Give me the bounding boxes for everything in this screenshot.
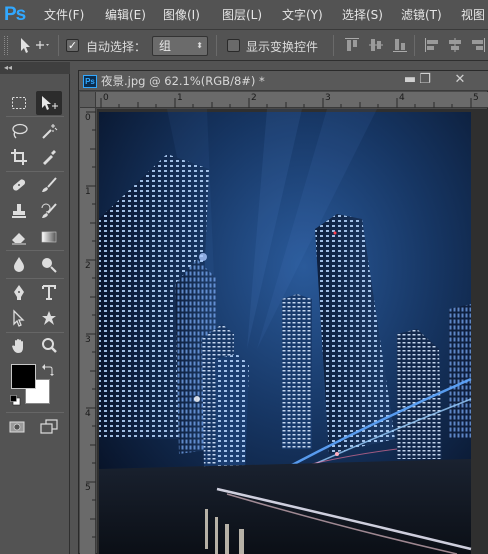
magic-wand-tool[interactable] bbox=[36, 119, 62, 143]
ruler-top-label: 1 bbox=[177, 93, 183, 103]
quick-mask-icon bbox=[9, 421, 25, 433]
crop-icon bbox=[11, 149, 27, 165]
zoom-tool[interactable] bbox=[36, 334, 62, 358]
screen-mode-button[interactable] bbox=[36, 415, 62, 439]
gradient-icon bbox=[41, 231, 57, 243]
ruler-top-label: 3 bbox=[325, 93, 331, 103]
blur-tool[interactable] bbox=[6, 252, 32, 276]
lasso-tool[interactable] bbox=[6, 119, 32, 143]
align-vertical-center-icon[interactable] bbox=[368, 37, 384, 53]
night-city-image bbox=[97, 109, 488, 554]
brush-icon bbox=[42, 177, 57, 192]
bandage-icon bbox=[12, 179, 26, 191]
canvas-area[interactable] bbox=[97, 109, 488, 554]
default-colors-icon[interactable] bbox=[10, 395, 21, 406]
drop-icon bbox=[14, 257, 24, 272]
align-right-icon[interactable] bbox=[470, 37, 486, 53]
align-top-icon[interactable] bbox=[344, 37, 360, 53]
gradient-tool[interactable] bbox=[36, 225, 62, 249]
eraser-icon bbox=[12, 233, 26, 245]
dodge-icon bbox=[42, 258, 57, 273]
menu-image[interactable]: 图像(I) bbox=[163, 6, 200, 24]
restore-button[interactable]: ❐ bbox=[411, 71, 439, 89]
pen-icon bbox=[14, 285, 24, 300]
ruler-top-label: 4 bbox=[399, 93, 405, 103]
dropdown-arrow-icon: ⬍ bbox=[196, 41, 203, 50]
dodge-tool[interactable] bbox=[36, 252, 62, 276]
type-icon bbox=[42, 285, 56, 300]
ruler-left-label: 1 bbox=[85, 187, 91, 197]
ruler-top-label: 5 bbox=[473, 93, 479, 103]
ruler-left-label: 0 bbox=[85, 113, 91, 123]
brush-tool[interactable] bbox=[36, 173, 62, 197]
ruler-left-label: 2 bbox=[85, 261, 91, 271]
clone-stamp-tool[interactable] bbox=[6, 199, 32, 223]
magic-wand-icon bbox=[42, 124, 58, 139]
align-bottom-icon[interactable] bbox=[392, 37, 408, 53]
healing-brush-tool[interactable] bbox=[6, 173, 32, 197]
path-selection-tool[interactable] bbox=[6, 306, 32, 330]
hand-tool[interactable] bbox=[6, 334, 32, 358]
menu-select[interactable]: 选择(S) bbox=[342, 6, 383, 24]
eraser-tool[interactable] bbox=[6, 225, 32, 249]
quick-mask-button[interactable] bbox=[4, 415, 30, 439]
move-tool-icon bbox=[21, 38, 49, 53]
align-horizontal-center-icon[interactable] bbox=[447, 37, 463, 53]
align-left-icon[interactable] bbox=[424, 37, 440, 53]
history-brush-icon bbox=[41, 203, 57, 218]
ruler-left-label: 3 bbox=[85, 335, 91, 345]
document-ps-icon: Ps bbox=[83, 75, 97, 88]
toolbox-collapse[interactable]: ◂◂ bbox=[0, 62, 70, 74]
ruler-top-label: 0 bbox=[103, 93, 109, 103]
auto-select-value: 组 bbox=[159, 39, 172, 53]
close-button[interactable]: ✕ bbox=[446, 71, 474, 89]
show-transform-checkbox[interactable] bbox=[227, 39, 240, 52]
crop-tool[interactable] bbox=[6, 145, 32, 169]
history-brush-tool[interactable] bbox=[36, 199, 62, 223]
eyedropper-icon bbox=[43, 150, 56, 165]
ruler-left-label: 5 bbox=[85, 483, 91, 493]
zoom-icon bbox=[42, 338, 57, 353]
path-select-icon bbox=[13, 309, 25, 327]
screen-mode-icon bbox=[40, 419, 58, 434]
ruler-left-label: 4 bbox=[85, 409, 91, 419]
move-icon bbox=[42, 96, 58, 110]
menu-file[interactable]: 文件(F) bbox=[44, 6, 84, 24]
custom-shape-tool[interactable] bbox=[36, 306, 62, 330]
marquee-tool[interactable] bbox=[6, 91, 32, 115]
swap-colors-icon[interactable] bbox=[42, 364, 54, 376]
photoshop-logo: Ps bbox=[4, 4, 26, 25]
menu-layer[interactable]: 图层(L) bbox=[222, 6, 262, 24]
ruler-top-label: 2 bbox=[251, 93, 257, 103]
menu-filter[interactable]: 滤镜(T) bbox=[401, 6, 442, 24]
rect-marquee-icon bbox=[12, 97, 26, 109]
hand-icon bbox=[12, 339, 23, 353]
auto-select-checkbox[interactable]: ✓ bbox=[66, 39, 79, 52]
horizontal-ruler[interactable] bbox=[80, 92, 488, 108]
auto-select-label: 自动选择： bbox=[86, 40, 147, 54]
show-transform-label: 显示变换控件 bbox=[246, 40, 319, 54]
lasso-icon bbox=[12, 123, 28, 139]
auto-select-dropdown[interactable]: 组 ⬍ bbox=[152, 36, 208, 56]
menu-edit[interactable]: 编辑(E) bbox=[105, 6, 146, 24]
type-tool[interactable] bbox=[36, 280, 62, 304]
move-tool[interactable] bbox=[36, 91, 62, 115]
shape-icon bbox=[42, 311, 56, 325]
ruler-origin[interactable] bbox=[80, 92, 96, 108]
document-title: 夜景.jpg @ 62.1%(RGB/8#) * bbox=[101, 74, 265, 88]
options-grip[interactable] bbox=[4, 36, 8, 55]
menu-type[interactable]: 文字(Y) bbox=[282, 6, 323, 24]
stamp-icon bbox=[12, 204, 26, 218]
menu-view[interactable]: 视图 bbox=[461, 6, 485, 24]
tool-preset-picker[interactable] bbox=[18, 36, 52, 55]
foreground-color-swatch[interactable] bbox=[11, 364, 36, 389]
eyedropper-tool[interactable] bbox=[36, 145, 62, 169]
menu-bar: Ps 文件(F) 编辑(E) 图像(I) 图层(L) 文字(Y) 选择(S) 滤… bbox=[0, 0, 488, 30]
pen-tool[interactable] bbox=[6, 280, 32, 304]
